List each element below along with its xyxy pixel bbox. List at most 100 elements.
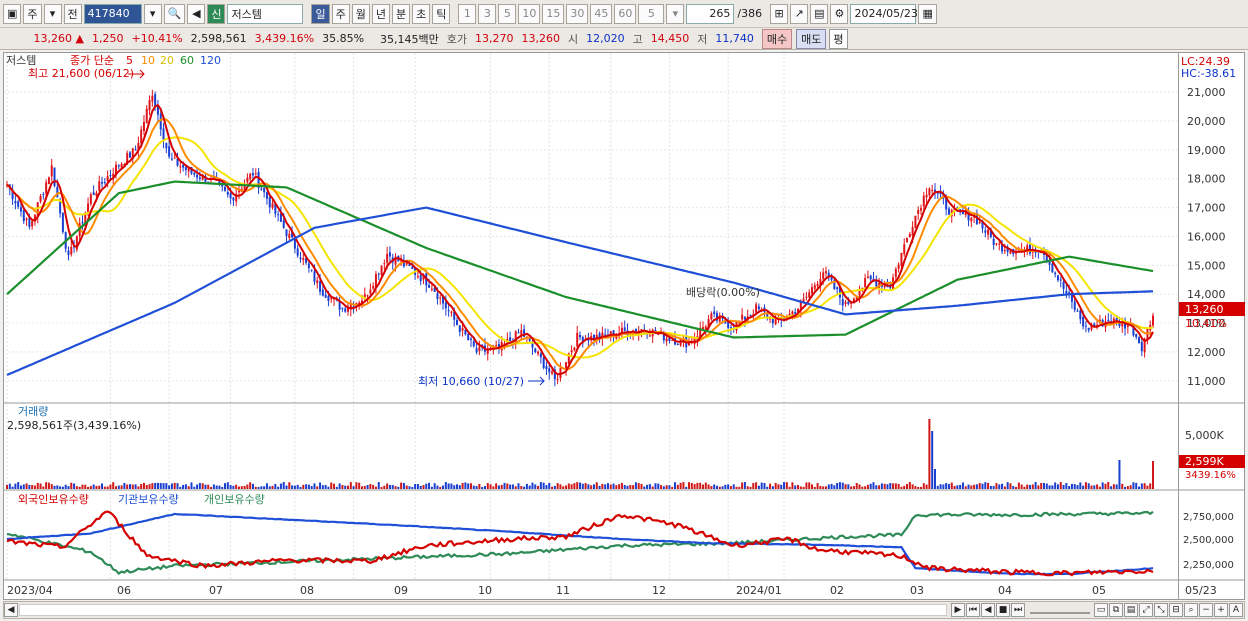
volume-bar (162, 483, 165, 489)
prev-button[interactable]: 전 (63, 3, 82, 24)
volume-bar (805, 482, 808, 489)
candle-body (229, 193, 232, 199)
zoom-icon[interactable]: ⌕ (1184, 603, 1198, 617)
interval-select[interactable]: 5 (638, 3, 665, 24)
chart-area[interactable]: 저스템 종가 단순 5 10 20 60 120 최고 21,600 (06/1… (3, 52, 1180, 601)
tool-icon-5[interactable]: ⤡ (1154, 603, 1168, 617)
tab-month[interactable]: 월 (351, 3, 370, 24)
volume-bar (699, 482, 702, 489)
volume-bar (780, 484, 783, 489)
tab-second[interactable]: 초 (412, 3, 431, 24)
interval-10[interactable]: 10 (518, 3, 541, 24)
volume-bar (981, 483, 984, 489)
tool-icon-3[interactable]: ▤ (1124, 603, 1138, 617)
interval-30[interactable]: 30 (566, 3, 589, 24)
volume-bar (920, 486, 923, 489)
volume-bar (6, 484, 8, 489)
candle-body (251, 173, 254, 176)
tool-icon-6[interactable]: ⊟ (1169, 603, 1183, 617)
volume-bar (1031, 484, 1034, 489)
tool-icon-1[interactable]: ▭ (1094, 603, 1108, 617)
sell-button[interactable]: 매도 (796, 28, 827, 49)
dropdown-icon[interactable]: ▾ (43, 3, 62, 24)
volume-bar (148, 484, 151, 489)
toolbar: ▣ 주 ▾ 전 417840 ▾ 🔍 ◀ 신 저스템 일 주 월 년 분 초 틱… (0, 0, 1248, 28)
interval-15[interactable]: 15 (542, 3, 565, 24)
candle-body (268, 196, 271, 208)
interval-dropdown-icon[interactable]: ▾ (666, 3, 685, 24)
period-main-select[interactable]: 주 (23, 3, 42, 24)
price-change: 1,250 (92, 32, 124, 45)
page-count-field[interactable]: 265 (686, 3, 735, 24)
candle-body (456, 320, 459, 325)
volume-bar (615, 485, 618, 489)
next-page-icon[interactable]: ⏭ (1011, 603, 1025, 617)
page-total: /386 (737, 7, 763, 20)
tab-minute[interactable]: 분 (391, 3, 411, 24)
dividend-annotation: 배당락(0.00%) (686, 286, 760, 299)
code-dropdown-icon[interactable]: ▾ (143, 3, 162, 24)
candle-body (128, 152, 131, 158)
tool-icon-2[interactable]: ⧉ (1109, 603, 1123, 617)
search-icon[interactable]: 🔍 (163, 3, 186, 24)
save-icon[interactable]: ▤ (810, 3, 829, 24)
volume-bar (436, 485, 439, 489)
volume-bar (439, 486, 442, 489)
volume-bar (1084, 482, 1087, 489)
scroll-bar[interactable]: ◀ ▶ ⏮ ◀ ■ ⏭ ▭ ⧉ ▤ ⤢ ⤡ ⊟ ⌕ − + A (3, 601, 1245, 619)
settings-icon[interactable]: ⚙ (830, 3, 849, 24)
volume-bar (838, 482, 841, 489)
volume-bar (405, 485, 408, 489)
buy-button[interactable]: 매수 (761, 28, 793, 49)
layout-icon[interactable]: ▣ (3, 3, 22, 24)
volume-bar (903, 485, 906, 489)
tool-icon-4[interactable]: ⤢ (1139, 603, 1153, 617)
volume-bar (349, 482, 352, 489)
volume-bar (377, 482, 380, 489)
ask-label: 호가 (446, 32, 468, 46)
prev-page-icon[interactable]: ◀ (981, 603, 995, 617)
scroll-right-icon[interactable]: ▶ (951, 603, 965, 617)
volume-bar (573, 483, 576, 489)
volume-bar (327, 486, 330, 489)
tab-day[interactable]: 일 (311, 3, 330, 24)
volume-bar (788, 486, 791, 489)
candle-body (467, 333, 470, 341)
font-icon[interactable]: A (1229, 603, 1243, 617)
grid-icon[interactable]: ⊞ (770, 3, 789, 24)
scroll-left-icon[interactable]: ◀ (4, 603, 18, 617)
stock-code-input[interactable]: 417840 (83, 3, 142, 24)
average-button[interactable]: 평 (829, 28, 848, 49)
calendar-icon[interactable]: ▦ (918, 3, 937, 24)
tab-year[interactable]: 년 (371, 3, 390, 24)
candle-body (285, 229, 288, 236)
volume-bar (341, 485, 344, 489)
plus-icon[interactable]: + (1214, 603, 1228, 617)
interval-60[interactable]: 60 (614, 3, 637, 24)
zoom-slider[interactable] (1030, 606, 1090, 614)
candle-body (25, 218, 28, 220)
tab-tick[interactable]: 틱 (432, 3, 451, 24)
speaker-icon[interactable]: ◀ (187, 3, 206, 24)
interval-5[interactable]: 5 (498, 3, 517, 24)
volume-bar (184, 484, 187, 489)
date-field[interactable]: 2024/05/23 (850, 3, 918, 24)
interval-1[interactable]: 1 (458, 3, 477, 24)
volume-bar (168, 485, 171, 489)
stop-icon[interactable]: ■ (996, 603, 1010, 617)
scroll-track[interactable] (19, 604, 947, 616)
volume-bar (959, 484, 962, 489)
tab-week[interactable]: 주 (331, 3, 350, 24)
ma-line-20 (6, 136, 1154, 359)
interval-45[interactable]: 45 (590, 3, 613, 24)
volume-bar (1040, 483, 1043, 489)
draw-icon[interactable]: ↗ (790, 3, 809, 24)
volume-bar (950, 482, 953, 489)
chart-canvas[interactable]: 저스템 종가 단순 5 10 20 60 120 최고 21,600 (06/1… (4, 53, 1180, 601)
stock-name-field[interactable]: 저스템 (227, 3, 304, 24)
first-page-icon[interactable]: ⏮ (966, 603, 980, 617)
volume-bar (634, 482, 637, 489)
minus-icon[interactable]: − (1199, 603, 1213, 617)
interval-3[interactable]: 3 (478, 3, 497, 24)
candle-body (1015, 252, 1018, 254)
